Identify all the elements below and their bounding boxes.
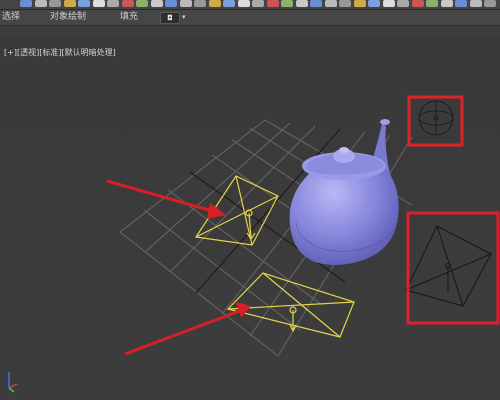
axis-tripod-icon	[8, 372, 18, 393]
viewport-scene	[8, 95, 500, 393]
annotation-arrow-1	[106, 179, 226, 219]
sun-light-icon[interactable]	[418, 100, 454, 136]
unselected-light-target[interactable]	[405, 225, 492, 307]
highlight-box-target-light	[406, 211, 500, 325]
teapot-object[interactable]	[289, 119, 399, 265]
